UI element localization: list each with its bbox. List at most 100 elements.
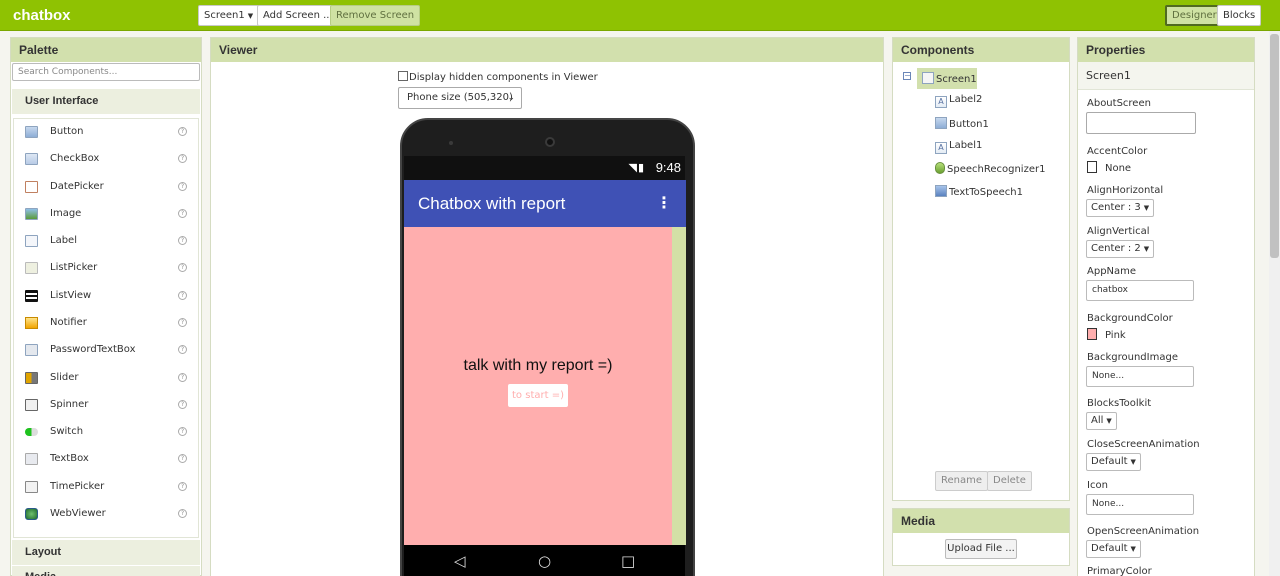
color-swatch — [1087, 161, 1097, 173]
help-icon[interactable]: ? — [178, 209, 187, 218]
blocks-button[interactable]: Blocks — [1217, 5, 1262, 26]
help-icon[interactable]: ? — [178, 454, 187, 463]
palette-item-slider[interactable]: Slider ? — [14, 365, 200, 392]
rename-button[interactable]: Rename — [935, 471, 989, 491]
palette-item-datepicker[interactable]: DatePicker ? — [14, 174, 200, 201]
background-color-picker[interactable]: Pink — [1087, 328, 1126, 341]
help-icon[interactable]: ? — [178, 427, 187, 436]
help-icon[interactable]: ? — [178, 482, 187, 491]
palette-item-listview[interactable]: ListView ? — [14, 283, 200, 310]
palette-item-spinner[interactable]: Spinner ? — [14, 392, 200, 419]
tree-item-button1[interactable]: Button1 — [935, 117, 989, 130]
help-icon[interactable]: ? — [178, 154, 187, 163]
textbox-icon — [25, 453, 38, 465]
close-screen-animation-select[interactable]: Default ▼ — [1086, 453, 1141, 471]
palette-item-checkbox[interactable]: CheckBox ? — [14, 146, 200, 173]
palette-item-label: Slider — [50, 372, 79, 383]
hidden-components-checkbox[interactable] — [398, 71, 408, 81]
image-icon — [25, 208, 38, 220]
open-screen-animation-select[interactable]: Default ▼ — [1086, 540, 1141, 558]
prop-label: AppName — [1087, 266, 1137, 277]
palette-list: Button ? CheckBox ? DatePicker ? Image ?… — [13, 118, 199, 538]
tree-item-label2[interactable]: A Label2 — [935, 94, 982, 108]
button-icon — [935, 117, 947, 129]
timepicker-icon — [25, 481, 38, 493]
palette-item-label: ListView — [50, 290, 92, 301]
palette-item-label: Image — [50, 208, 82, 219]
tree-item-label1[interactable]: A Label1 — [935, 140, 982, 154]
help-icon[interactable]: ? — [178, 263, 187, 272]
palette-item-textbox[interactable]: TextBox ? — [14, 446, 200, 473]
palette-section-layout[interactable]: Layout — [12, 540, 200, 565]
palette-item-webviewer[interactable]: WebViewer ? — [14, 501, 200, 528]
palette-search-input[interactable]: Search Components... — [12, 63, 200, 81]
palette-item-notifier[interactable]: Notifier ? — [14, 310, 200, 337]
palette-item-label: Spinner — [50, 399, 89, 410]
tree-item-label: SpeechRecognizer1 — [947, 164, 1046, 175]
delete-button[interactable]: Delete — [987, 471, 1032, 491]
palette-item-passwordtextbox[interactable]: PasswordTextBox ? — [14, 337, 200, 364]
help-icon[interactable]: ? — [178, 400, 187, 409]
prop-label: AlignVertical — [1087, 226, 1150, 237]
upload-file-button[interactable]: Upload File ... — [945, 539, 1017, 559]
label-icon: A — [935, 96, 947, 108]
screen-select-dropdown[interactable]: Screen1 ▼ — [198, 5, 260, 26]
palette-section-user-interface[interactable]: User Interface — [12, 89, 200, 114]
screen-select-label: Screen1 — [204, 10, 245, 21]
phone-app-bar: Chatbox with report ⋮ — [404, 180, 686, 227]
palette-item-image[interactable]: Image ? — [14, 201, 200, 228]
help-icon[interactable]: ? — [178, 127, 187, 136]
tree-item-speechrecognizer1[interactable]: SpeechRecognizer1 — [935, 162, 1045, 175]
palette-item-switch[interactable]: Switch ? — [14, 419, 200, 446]
align-horizontal-select[interactable]: Center : 3 ▼ — [1086, 199, 1155, 217]
label-icon: A — [935, 142, 947, 154]
add-screen-button[interactable]: Add Screen ... — [257, 5, 339, 26]
home-icon: ○ — [538, 552, 552, 570]
prop-label: OpenScreenAnimation — [1087, 526, 1200, 537]
icon-input[interactable]: None... — [1086, 494, 1194, 515]
palette-item-timepicker[interactable]: TimePicker ? — [14, 474, 200, 501]
blocks-toolkit-select[interactable]: All ▼ — [1086, 412, 1117, 430]
collapse-icon[interactable]: − — [903, 72, 911, 80]
hidden-components-toggle[interactable]: Display hidden components in Viewer — [398, 71, 598, 83]
text-to-speech-icon — [935, 185, 947, 197]
chevron-down-icon: ▼ — [1106, 417, 1112, 425]
help-icon[interactable]: ? — [178, 318, 187, 327]
page-scrollbar-thumb[interactable] — [1270, 34, 1279, 258]
password-icon — [25, 344, 38, 356]
background-image-input[interactable]: None... — [1086, 366, 1194, 387]
palette-item-button[interactable]: Button ? — [14, 119, 200, 146]
help-icon[interactable]: ? — [178, 236, 187, 245]
phone-nav-bar: ◁ ○ □ — [404, 545, 685, 576]
designer-button[interactable]: Designer — [1165, 5, 1224, 26]
help-icon[interactable]: ? — [178, 509, 187, 518]
checkbox-icon — [25, 153, 38, 165]
properties-title: Properties — [1078, 38, 1254, 62]
tree-item-texttospeech1[interactable]: TextToSpeech1 — [935, 185, 1023, 198]
chevron-down-icon: ▼ — [1130, 458, 1136, 466]
overflow-menu-icon[interactable]: ⋮ — [656, 193, 672, 212]
remove-screen-button[interactable]: Remove Screen — [330, 5, 421, 26]
palette-section-next[interactable]: Media — [12, 566, 200, 576]
switch-icon — [25, 428, 38, 436]
phone-label-talk[interactable]: talk with my report =) — [404, 357, 672, 375]
notifier-icon — [25, 317, 38, 329]
palette-item-label[interactable]: Label ? — [14, 228, 200, 255]
accent-color-picker[interactable]: None — [1087, 161, 1131, 174]
help-icon[interactable]: ? — [178, 291, 187, 300]
palette-item-label: PasswordTextBox — [50, 344, 136, 355]
help-icon[interactable]: ? — [178, 182, 187, 191]
phone-start-button[interactable]: to start =) — [508, 384, 568, 407]
blocks-toolkit-value: All — [1091, 415, 1104, 426]
help-icon[interactable]: ? — [178, 373, 187, 382]
palette-item-listpicker[interactable]: ListPicker ? — [14, 255, 200, 282]
phone-size-select[interactable]: Phone size (505,320) ⌄ — [398, 87, 522, 109]
help-icon[interactable]: ? — [178, 345, 187, 354]
align-vertical-select[interactable]: Center : 2 ▼ — [1086, 240, 1155, 258]
back-icon: ◁ — [454, 552, 466, 570]
prop-label: CloseScreenAnimation — [1087, 439, 1200, 450]
about-screen-textarea[interactable] — [1086, 112, 1196, 134]
datepicker-icon — [25, 181, 38, 193]
app-name-input[interactable]: chatbox — [1086, 280, 1194, 301]
tree-item-screen1[interactable]: Screen1 — [922, 72, 977, 85]
